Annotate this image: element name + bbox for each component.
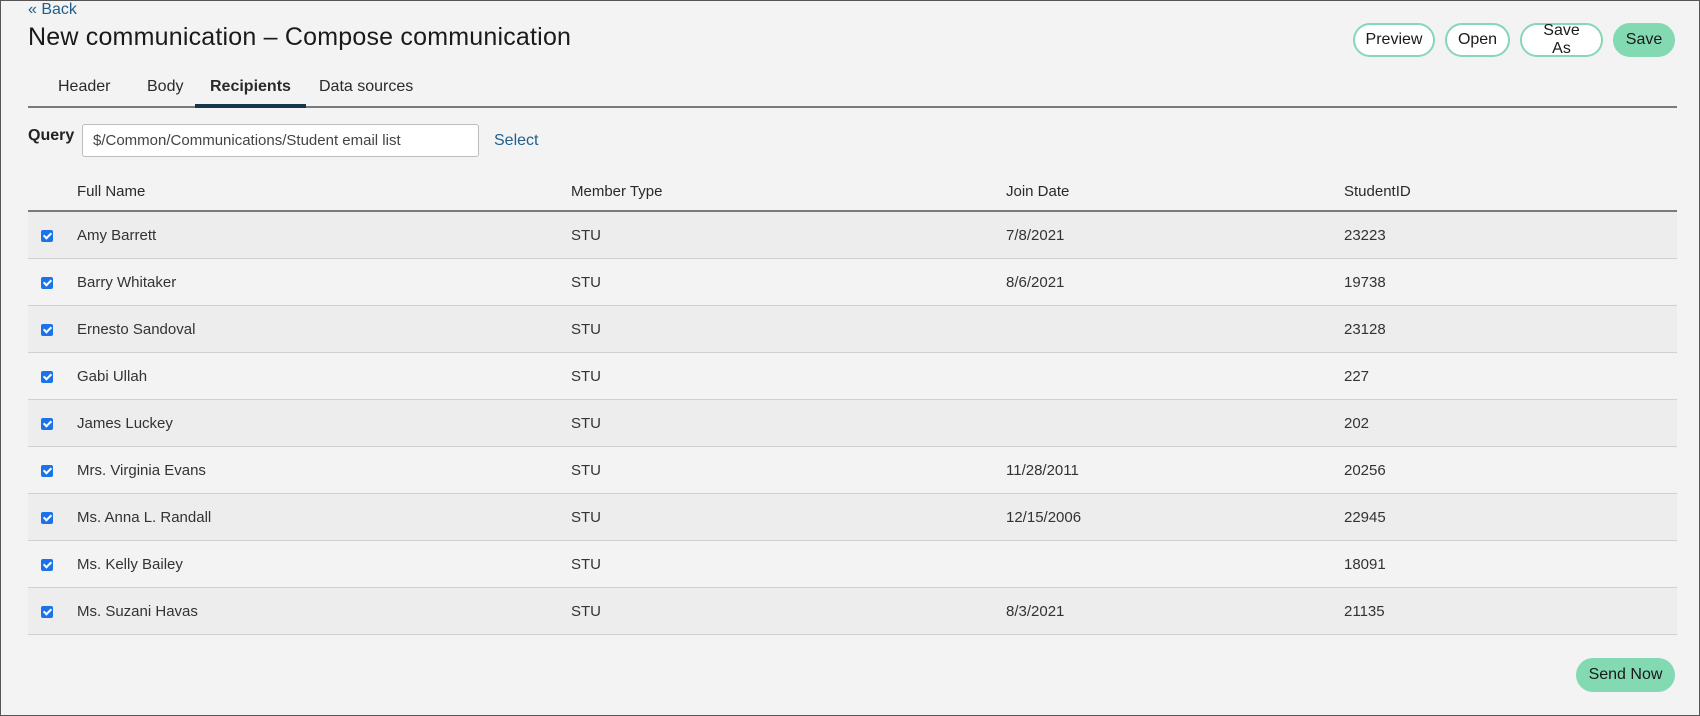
cell-student-id: 22945 (1344, 493, 1677, 541)
back-link[interactable]: « Back (28, 1, 77, 19)
row-checkbox[interactable] (41, 323, 53, 336)
cell-student-id: 18091 (1344, 540, 1677, 588)
row-checkbox-cell (28, 540, 77, 588)
cell-student-id: 23223 (1344, 211, 1677, 259)
row-checkbox-cell (28, 493, 77, 541)
row-checkbox[interactable] (41, 558, 53, 571)
cell-member-type: STU (571, 211, 1006, 259)
row-checkbox-cell (28, 587, 77, 635)
header-checkbox-cell (28, 172, 77, 212)
cell-full-name: Ms. Kelly Bailey (77, 540, 571, 588)
column-header-join-date[interactable]: Join Date (1006, 172, 1344, 212)
table-row[interactable]: Mrs. Virginia Evans STU 11/28/2011 20256 (28, 446, 1677, 494)
row-checkbox-cell (28, 305, 77, 353)
cell-student-id: 21135 (1344, 587, 1677, 635)
row-checkbox-cell (28, 399, 77, 447)
cell-full-name: Barry Whitaker (77, 258, 571, 306)
send-now-button[interactable]: Send Now (1576, 658, 1675, 692)
cell-join-date: 8/3/2021 (1006, 587, 1344, 635)
column-header-full-name[interactable]: Full Name (77, 172, 571, 212)
table-row[interactable]: Amy Barrett STU 7/8/2021 23223 (28, 211, 1677, 259)
row-checkbox[interactable] (41, 370, 53, 383)
tab-recipients[interactable]: Recipients (195, 78, 306, 108)
cell-full-name: Gabi Ullah (77, 352, 571, 400)
column-header-member-type[interactable]: Member Type (571, 172, 1006, 212)
cell-member-type: STU (571, 305, 1006, 353)
row-checkbox[interactable] (41, 605, 53, 618)
preview-button[interactable]: Preview (1353, 23, 1435, 57)
cell-join-date (1006, 305, 1344, 353)
row-checkbox-cell (28, 352, 77, 400)
table-row[interactable]: Gabi Ullah STU 227 (28, 352, 1677, 400)
table-row[interactable]: James Luckey STU 202 (28, 399, 1677, 447)
table-row[interactable]: Ms. Kelly Bailey STU 18091 (28, 540, 1677, 588)
open-button[interactable]: Open (1445, 23, 1510, 57)
cell-member-type: STU (571, 352, 1006, 400)
table-row[interactable]: Ms. Suzani Havas STU 8/3/2021 21135 (28, 587, 1677, 635)
query-label: Query (28, 127, 75, 144)
table-row[interactable]: Ms. Anna L. Randall STU 12/15/2006 22945 (28, 493, 1677, 541)
tab-data-sources[interactable]: Data sources (304, 78, 428, 104)
row-checkbox[interactable] (41, 229, 53, 242)
cell-join-date (1006, 352, 1344, 400)
query-input[interactable] (82, 124, 479, 157)
tab-body[interactable]: Body (132, 78, 198, 104)
row-checkbox[interactable] (41, 464, 53, 477)
save-as-button[interactable]: Save As (1520, 22, 1603, 57)
cell-full-name: Ernesto Sandoval (77, 305, 571, 353)
table-row[interactable]: Barry Whitaker STU 8/6/2021 19738 (28, 258, 1677, 306)
cell-join-date: 7/8/2021 (1006, 211, 1344, 259)
row-checkbox[interactable] (41, 511, 53, 524)
cell-full-name: James Luckey (77, 399, 571, 447)
column-header-student-id[interactable]: StudentID (1344, 172, 1677, 212)
cell-full-name: Amy Barrett (77, 211, 571, 259)
cell-member-type: STU (571, 493, 1006, 541)
cell-full-name: Ms. Anna L. Randall (77, 493, 571, 541)
row-checkbox-cell (28, 211, 77, 259)
app-window: « Back New communication – Compose commu… (0, 0, 1700, 716)
cell-student-id: 202 (1344, 399, 1677, 447)
cell-member-type: STU (571, 587, 1006, 635)
row-checkbox-cell (28, 446, 77, 494)
row-checkbox[interactable] (41, 276, 53, 289)
page-title: New communication – Compose communicatio… (28, 23, 572, 51)
recipients-table: Full Name Member Type Join Date StudentI… (28, 172, 1677, 635)
tab-bar: Header Body Recipients Data sources (28, 74, 1677, 108)
select-link[interactable]: Select (494, 132, 538, 150)
cell-member-type: STU (571, 540, 1006, 588)
cell-member-type: STU (571, 446, 1006, 494)
row-checkbox[interactable] (41, 417, 53, 430)
cell-member-type: STU (571, 399, 1006, 447)
tab-header[interactable]: Header (43, 78, 125, 104)
cell-student-id: 227 (1344, 352, 1677, 400)
cell-full-name: Ms. Suzani Havas (77, 587, 571, 635)
cell-student-id: 19738 (1344, 258, 1677, 306)
cell-student-id: 23128 (1344, 305, 1677, 353)
cell-full-name: Mrs. Virginia Evans (77, 446, 571, 494)
cell-join-date: 12/15/2006 (1006, 493, 1344, 541)
table-row[interactable]: Ernesto Sandoval STU 23128 (28, 305, 1677, 353)
cell-join-date: 11/28/2011 (1006, 446, 1344, 494)
table-header-row: Full Name Member Type Join Date StudentI… (28, 172, 1677, 212)
cell-join-date (1006, 399, 1344, 447)
save-button[interactable]: Save (1613, 23, 1675, 57)
row-checkbox-cell (28, 258, 77, 306)
toolbar: Preview Open Save As Save (1353, 22, 1675, 57)
cell-join-date (1006, 540, 1344, 588)
cell-member-type: STU (571, 258, 1006, 306)
cell-join-date: 8/6/2021 (1006, 258, 1344, 306)
cell-student-id: 20256 (1344, 446, 1677, 494)
